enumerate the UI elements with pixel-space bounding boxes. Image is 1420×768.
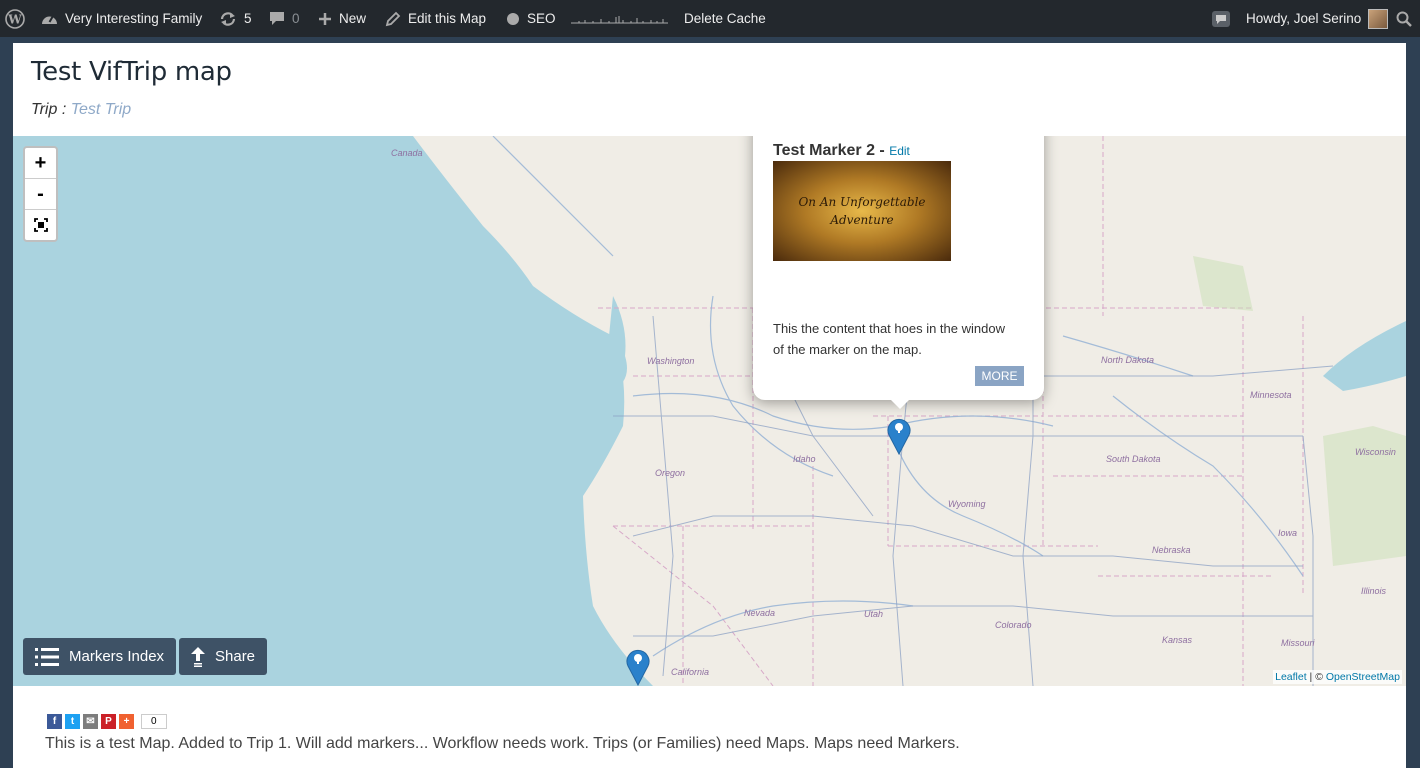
leaflet-link[interactable]: Leaflet [1275,671,1307,683]
popup-more-button[interactable]: MORE [975,366,1024,386]
popup-content: This the content that hoes in the window… [773,321,1005,357]
share-icon [191,646,205,667]
markers-index-label: Markers Index [69,648,165,665]
seo-menu[interactable]: SEO [506,0,556,37]
markers-index-button[interactable]: Markers Index [23,638,177,675]
page-title: Test VifTrip map [31,57,232,87]
map-label-oregon: Oregon [655,468,686,478]
osm-link[interactable]: OpenStreetMap [1326,671,1400,683]
map-label-wyoming: Wyoming [948,499,986,509]
marker-popup: Test Marker 2 - Edit On An Unforgettable… [753,136,1044,400]
updates-link[interactable]: 5 [219,0,252,37]
map-attribution: Leaflet | © OpenStreetMap [1273,670,1402,684]
trip-prefix: Trip : [31,101,71,118]
notification-icon [1212,10,1230,27]
plus-icon [319,12,331,25]
updates-icon [220,11,236,26]
trip-link[interactable]: Test Trip [71,101,131,118]
wordpress-icon: W [5,8,25,29]
popup-image-line2: Adventure [830,213,894,227]
popup-image: On An Unforgettable Adventure [773,161,951,261]
page-content: Test VifTrip map Trip : Test Trip Canada… [13,43,1406,768]
zoom-in-button[interactable]: + [25,148,56,179]
seo-icon [507,12,519,25]
popup-title-text: Test Marker 2 - [773,142,890,159]
map-description: This is a test Map. Added to Trip 1. Wil… [45,735,960,752]
map-label-wisconsin: Wisconsin [1355,447,1396,457]
social-share-bar: f t ✉ P + 0 [47,714,167,729]
map-label-illinois: Illinois [1361,586,1387,596]
site-name: Very Interesting Family [65,11,203,26]
site-name-link[interactable]: Very Interesting Family [41,0,202,37]
facebook-icon[interactable]: f [47,714,62,729]
map-container[interactable]: Canada Washington Oregon Idaho Nevada Ut… [13,136,1406,686]
map-label-colorado: Colorado [995,620,1032,630]
wordpress-logo-button[interactable]: W [5,0,25,37]
map-label-kansas: Kansas [1162,635,1193,645]
notifications-button[interactable] [1212,0,1230,37]
map-label-iowa: Iowa [1278,528,1298,538]
edit-label: Edit this Map [408,11,487,26]
zoom-out-button[interactable]: - [25,179,56,210]
popup-edit-link[interactable]: Edit [889,144,910,158]
map-label-nevada: Nevada [744,608,776,618]
map-tiles [13,136,1406,686]
share-button[interactable]: Share [179,638,268,675]
greeting: Howdy, Joel Serino [1246,11,1362,26]
list-icon [35,647,59,666]
avatar [1368,8,1389,29]
map-label-utah: Utah [864,609,884,619]
email-icon[interactable]: ✉ [83,714,98,729]
share-label: Share [215,648,256,665]
comments-link[interactable]: 0 [269,0,300,37]
trip-line: Trip : Test Trip [31,101,131,119]
map-label-washington: Washington [647,356,695,366]
zoom-control: + - [23,146,58,242]
performance-sparkline [571,0,668,37]
pencil-icon [385,11,401,26]
search-button[interactable] [1396,0,1412,37]
map-label-nebraska: Nebraska [1152,545,1191,555]
edit-map-link[interactable]: Edit this Map [385,0,486,37]
map-label-north-dakota: North Dakota [1101,355,1155,365]
map-label-missouri: Missouri [1281,638,1315,648]
map-marker-2[interactable] [887,415,911,455]
share-count: 0 [141,714,167,729]
new-content-button[interactable]: New [318,0,366,37]
delete-cache-label: Delete Cache [684,11,766,26]
map-label-minnesota: Minnesota [1250,390,1292,400]
popup-title: Test Marker 2 - Edit [773,142,910,160]
more-share-icon[interactable]: + [119,714,134,729]
map-label-canada: Canada [391,148,423,158]
svg-text:W: W [7,12,22,26]
attribution-separator: | © [1306,671,1326,683]
new-label: New [339,11,367,26]
fullscreen-button[interactable] [25,210,56,240]
popup-image-caption: On An Unforgettable Adventure [798,193,925,229]
popup-image-line1: On An Unforgettable [798,195,926,209]
popup-tip [889,398,911,409]
updates-count: 5 [244,11,252,26]
delete-cache-button[interactable]: Delete Cache [684,0,766,37]
seo-label: SEO [527,11,556,26]
map-label-south-dakota: South Dakota [1106,454,1161,464]
search-icon [1396,11,1412,27]
comments-icon [270,12,284,25]
pinterest-icon[interactable]: P [101,714,116,729]
map-marker-1[interactable] [626,646,650,686]
map-label-california: California [671,667,710,677]
user-account-menu[interactable]: Howdy, Joel Serino [1246,0,1389,37]
comments-count: 0 [292,11,300,26]
dashboard-icon [42,15,57,24]
admin-bar: W Very Interesting Family 5 0 New Edit t… [0,0,1420,37]
map-label-idaho: Idaho [793,454,816,464]
twitter-icon[interactable]: t [65,714,80,729]
fullscreen-icon [33,218,48,232]
